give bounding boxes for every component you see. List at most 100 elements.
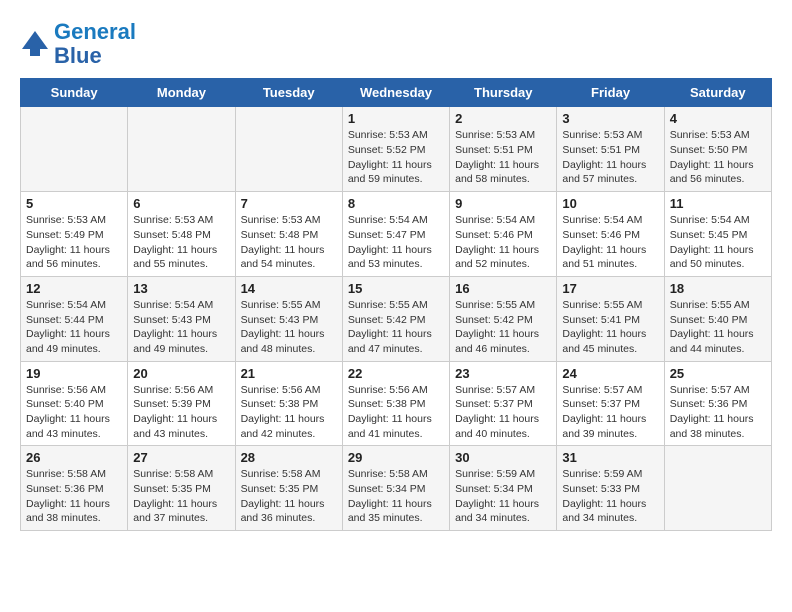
day-info: Sunrise: 5:53 AM Sunset: 5:52 PM Dayligh… [348, 128, 444, 187]
day-number: 23 [455, 366, 551, 381]
day-info: Sunrise: 5:54 AM Sunset: 5:46 PM Dayligh… [562, 213, 658, 272]
calendar-day-cell: 10 Sunrise: 5:54 AM Sunset: 5:46 PM Dayli… [557, 192, 664, 277]
day-info: Sunrise: 5:56 AM Sunset: 5:38 PM Dayligh… [348, 383, 444, 442]
day-number: 6 [133, 196, 229, 211]
calendar-day-cell: 28 Sunrise: 5:58 AM Sunset: 5:35 PM Dayli… [235, 446, 342, 531]
day-number: 25 [670, 366, 766, 381]
day-info: Sunrise: 5:58 AM Sunset: 5:35 PM Dayligh… [133, 467, 229, 526]
calendar-day-cell: 30Sunrise: 5:59 AM Sunset: 5:34 PM Dayli… [450, 446, 557, 531]
calendar-header-sunday: Sunday [21, 79, 128, 107]
calendar-day-cell: 31 Sunrise: 5:59 AM Sunset: 5:33 PM Dayli… [557, 446, 664, 531]
calendar-day-cell: 22 Sunrise: 5:56 AM Sunset: 5:38 PM Dayli… [342, 361, 449, 446]
day-number: 28 [241, 450, 337, 465]
day-info: Sunrise: 5:56 AM Sunset: 5:38 PM Dayligh… [241, 383, 337, 442]
day-info: Sunrise: 5:55 AM Sunset: 5:42 PM Dayligh… [455, 298, 551, 357]
day-info: Sunrise: 5:59 AM Sunset: 5:34 PM Dayligh… [455, 467, 551, 526]
day-info: Sunrise: 5:54 AM Sunset: 5:43 PM Dayligh… [133, 298, 229, 357]
calendar-day-cell: 12 Sunrise: 5:54 AM Sunset: 5:44 PM Dayli… [21, 276, 128, 361]
calendar-day-cell: 17Sunrise: 5:55 AM Sunset: 5:41 PM Dayli… [557, 276, 664, 361]
calendar-day-cell: 3Sunrise: 5:53 AM Sunset: 5:51 PM Daylig… [557, 107, 664, 192]
calendar-week-row: 19 Sunrise: 5:56 AM Sunset: 5:40 PM Dayli… [21, 361, 772, 446]
day-number: 27 [133, 450, 229, 465]
calendar-day-cell: 1 Sunrise: 5:53 AM Sunset: 5:52 PM Daylig… [342, 107, 449, 192]
calendar-day-cell: 19 Sunrise: 5:56 AM Sunset: 5:40 PM Dayli… [21, 361, 128, 446]
day-number: 22 [348, 366, 444, 381]
day-info: Sunrise: 5:54 AM Sunset: 5:47 PM Dayligh… [348, 213, 444, 272]
calendar-day-cell: 11Sunrise: 5:54 AM Sunset: 5:45 PM Dayli… [664, 192, 771, 277]
calendar-header-wednesday: Wednesday [342, 79, 449, 107]
day-info: Sunrise: 5:53 AM Sunset: 5:50 PM Dayligh… [670, 128, 766, 187]
calendar-day-cell: 15 Sunrise: 5:55 AM Sunset: 5:42 PM Dayli… [342, 276, 449, 361]
day-info: Sunrise: 5:55 AM Sunset: 5:40 PM Dayligh… [670, 298, 766, 357]
day-info: Sunrise: 5:54 AM Sunset: 5:45 PM Dayligh… [670, 213, 766, 272]
calendar-day-cell: 2 Sunrise: 5:53 AM Sunset: 5:51 PM Daylig… [450, 107, 557, 192]
day-info: Sunrise: 5:54 AM Sunset: 5:46 PM Dayligh… [455, 213, 551, 272]
day-number: 14 [241, 281, 337, 296]
day-number: 1 [348, 111, 444, 126]
day-info: Sunrise: 5:53 AM Sunset: 5:49 PM Dayligh… [26, 213, 122, 272]
calendar-day-cell: 16 Sunrise: 5:55 AM Sunset: 5:42 PM Dayli… [450, 276, 557, 361]
calendar-week-row: 1 Sunrise: 5:53 AM Sunset: 5:52 PM Daylig… [21, 107, 772, 192]
calendar-day-cell: 7 Sunrise: 5:53 AM Sunset: 5:48 PM Daylig… [235, 192, 342, 277]
day-number: 18 [670, 281, 766, 296]
page-header: General Blue [20, 20, 772, 68]
calendar-day-cell: 26 Sunrise: 5:58 AM Sunset: 5:36 PM Dayli… [21, 446, 128, 531]
calendar-week-row: 12 Sunrise: 5:54 AM Sunset: 5:44 PM Dayli… [21, 276, 772, 361]
calendar-day-cell: 21 Sunrise: 5:56 AM Sunset: 5:38 PM Dayli… [235, 361, 342, 446]
day-number: 21 [241, 366, 337, 381]
day-info: Sunrise: 5:56 AM Sunset: 5:40 PM Dayligh… [26, 383, 122, 442]
calendar-empty-cell [235, 107, 342, 192]
day-info: Sunrise: 5:55 AM Sunset: 5:42 PM Dayligh… [348, 298, 444, 357]
day-info: Sunrise: 5:58 AM Sunset: 5:35 PM Dayligh… [241, 467, 337, 526]
calendar-day-cell: 5 Sunrise: 5:53 AM Sunset: 5:49 PM Daylig… [21, 192, 128, 277]
calendar-day-cell: 13 Sunrise: 5:54 AM Sunset: 5:43 PM Dayli… [128, 276, 235, 361]
calendar-day-cell: 4Sunrise: 5:53 AM Sunset: 5:50 PM Daylig… [664, 107, 771, 192]
day-info: Sunrise: 5:53 AM Sunset: 5:48 PM Dayligh… [241, 213, 337, 272]
day-info: Sunrise: 5:59 AM Sunset: 5:33 PM Dayligh… [562, 467, 658, 526]
calendar-day-cell: 8 Sunrise: 5:54 AM Sunset: 5:47 PM Daylig… [342, 192, 449, 277]
day-number: 12 [26, 281, 122, 296]
day-number: 5 [26, 196, 122, 211]
day-number: 2 [455, 111, 551, 126]
day-number: 31 [562, 450, 658, 465]
day-number: 19 [26, 366, 122, 381]
calendar-empty-cell [21, 107, 128, 192]
day-number: 15 [348, 281, 444, 296]
day-info: Sunrise: 5:58 AM Sunset: 5:34 PM Dayligh… [348, 467, 444, 526]
day-info: Sunrise: 5:53 AM Sunset: 5:51 PM Dayligh… [455, 128, 551, 187]
day-number: 7 [241, 196, 337, 211]
logo: General Blue [20, 20, 136, 68]
day-number: 20 [133, 366, 229, 381]
day-info: Sunrise: 5:55 AM Sunset: 5:43 PM Dayligh… [241, 298, 337, 357]
day-info: Sunrise: 5:57 AM Sunset: 5:37 PM Dayligh… [562, 383, 658, 442]
day-info: Sunrise: 5:54 AM Sunset: 5:44 PM Dayligh… [26, 298, 122, 357]
calendar-day-cell: 29 Sunrise: 5:58 AM Sunset: 5:34 PM Dayli… [342, 446, 449, 531]
calendar-table: SundayMondayTuesdayWednesdayThursdayFrid… [20, 78, 772, 531]
calendar-header-friday: Friday [557, 79, 664, 107]
calendar-week-row: 26 Sunrise: 5:58 AM Sunset: 5:36 PM Dayli… [21, 446, 772, 531]
calendar-day-cell: 6 Sunrise: 5:53 AM Sunset: 5:48 PM Daylig… [128, 192, 235, 277]
day-info: Sunrise: 5:56 AM Sunset: 5:39 PM Dayligh… [133, 383, 229, 442]
calendar-header-saturday: Saturday [664, 79, 771, 107]
day-number: 13 [133, 281, 229, 296]
calendar-header-row: SundayMondayTuesdayWednesdayThursdayFrid… [21, 79, 772, 107]
day-info: Sunrise: 5:53 AM Sunset: 5:48 PM Dayligh… [133, 213, 229, 272]
calendar-header-thursday: Thursday [450, 79, 557, 107]
day-info: Sunrise: 5:58 AM Sunset: 5:36 PM Dayligh… [26, 467, 122, 526]
day-info: Sunrise: 5:57 AM Sunset: 5:36 PM Dayligh… [670, 383, 766, 442]
calendar-day-cell: 27 Sunrise: 5:58 AM Sunset: 5:35 PM Dayli… [128, 446, 235, 531]
calendar-day-cell: 14 Sunrise: 5:55 AM Sunset: 5:43 PM Dayli… [235, 276, 342, 361]
calendar-empty-cell [664, 446, 771, 531]
calendar-header-monday: Monday [128, 79, 235, 107]
day-number: 26 [26, 450, 122, 465]
calendar-day-cell: 9 Sunrise: 5:54 AM Sunset: 5:46 PM Daylig… [450, 192, 557, 277]
day-number: 16 [455, 281, 551, 296]
day-number: 9 [455, 196, 551, 211]
logo-icon [20, 29, 50, 59]
day-info: Sunrise: 5:53 AM Sunset: 5:51 PM Dayligh… [562, 128, 658, 187]
calendar-day-cell: 20 Sunrise: 5:56 AM Sunset: 5:39 PM Dayli… [128, 361, 235, 446]
day-number: 17 [562, 281, 658, 296]
day-number: 8 [348, 196, 444, 211]
day-number: 29 [348, 450, 444, 465]
day-number: 10 [562, 196, 658, 211]
